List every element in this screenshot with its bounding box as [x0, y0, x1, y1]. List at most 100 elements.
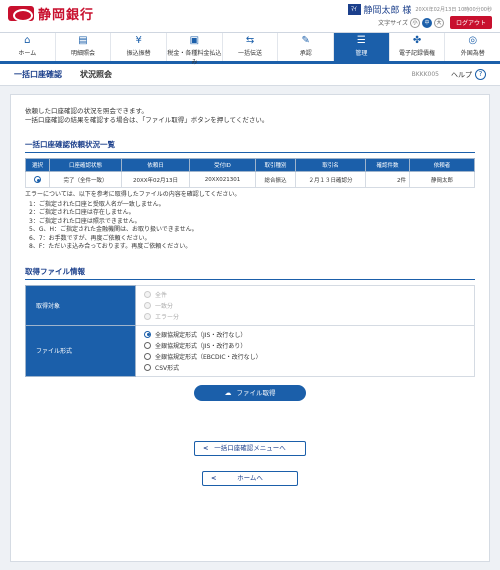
- format-radio[interactable]: [144, 363, 151, 371]
- target-row: 取得対象 全件 一致分 エラー分: [25, 284, 475, 326]
- logout-button[interactable]: ログアウト: [449, 16, 492, 29]
- nav-e-receivable[interactable]: ✤ 電子記録債権: [390, 33, 446, 61]
- option-label: CSV形式: [155, 364, 180, 372]
- title-bar: 一括口座確認 状況照会 BKKK005 ヘルプ ?: [0, 64, 500, 86]
- column-header: 依頼日: [121, 158, 190, 172]
- format-option-jis-newline[interactable]: 全銀協規定形式（JIS・改行あり）: [144, 340, 466, 351]
- chevron-left-icon: <: [203, 443, 209, 452]
- global-nav: ⌂ ホーム ▤ 明細照会 ¥ 振込振替 ▣ 税金・各種料金払込み ⇆ 一括伝送 ✎ 承認 ☰…: [0, 32, 500, 66]
- file-get-button[interactable]: ☁ ファイル取得: [194, 384, 306, 401]
- main-area: 依頼した口座確認の状況を照会できます。 一括口座確認の結果を確認する場合は、「フ…: [0, 86, 500, 570]
- content-panel: 依頼した口座確認の状況を照会できます。 一括口座確認の結果を確認する場合は、「フ…: [10, 94, 490, 562]
- count-cell: 2件: [365, 171, 410, 188]
- note-item: 5、G、H：ご指定された金融機関は、お取り扱いできません。: [29, 226, 198, 233]
- option-label: 全銀協規定形式（EBCDIC・改行なし）: [155, 353, 262, 361]
- type-cell: 総合振込: [255, 171, 296, 188]
- bank-name: 静岡銀行: [38, 8, 95, 23]
- forex-icon: ◎: [468, 35, 478, 46]
- nav-tax-payment[interactable]: ▣ 税金・各種料金払込み: [167, 33, 223, 66]
- name-cell: ２月１３日確認分: [295, 171, 366, 188]
- status-table: 選択 口座確認状態 依頼日 受付ID 取引種別 取引名 確認件数 依頼者 完了（…: [25, 158, 475, 188]
- column-header: 口座確認状態: [49, 158, 122, 172]
- nav-bulk-transmission[interactable]: ⇆ 一括伝送: [223, 33, 279, 61]
- header: 静岡銀行 ﾏｲ 静岡太郎 様 20XX年02月13日 10時00分00秒 文字サ…: [0, 0, 500, 32]
- help-icon: ?: [475, 69, 486, 80]
- format-radio[interactable]: [144, 330, 151, 338]
- status-section-title: 一括口座確認依頼状況一覧: [25, 139, 475, 153]
- note-item: 6、7：お手数ですが、再度ご依頼ください。: [29, 234, 151, 242]
- target-options: 全件 一致分 エラー分: [135, 284, 475, 326]
- option-label: 一致分: [155, 302, 174, 310]
- target-option-all: 全件: [144, 289, 466, 300]
- format-option-csv[interactable]: CSV形式: [144, 362, 466, 373]
- nav-management[interactable]: ☰ 管理: [334, 33, 390, 61]
- file-section-title: 取得ファイル情報: [25, 266, 475, 280]
- nav-label: 税金・各種料金払込み: [167, 50, 222, 66]
- e-receivable-icon: ✤: [412, 35, 422, 46]
- nav-label: 明細照会: [71, 50, 96, 57]
- column-header: 取引種別: [255, 158, 296, 172]
- format-option-ebcdic[interactable]: 全銀協規定形式（EBCDIC・改行なし）: [144, 351, 466, 362]
- yen-icon: ¥: [135, 35, 142, 46]
- note-item: 1：ご指定された口座と受取人名が一致しません。: [29, 200, 165, 208]
- radio-disabled: [144, 290, 151, 298]
- format-radio[interactable]: [144, 341, 151, 349]
- column-header: 選択: [25, 158, 50, 172]
- column-header: 取引名: [295, 158, 366, 172]
- text-size-control: 文字サイズ 小 中 大 ログアウト: [378, 16, 492, 29]
- home-icon: ⌂: [24, 35, 31, 46]
- requester-cell: 静岡太郎: [409, 171, 475, 188]
- screen-id: BKKK005: [411, 71, 439, 78]
- target-option-error: エラー分: [144, 311, 466, 322]
- note-item: 8、F：ただいま込み合っております。再度ご依頼ください。: [29, 243, 192, 250]
- text-size-small-button[interactable]: 小: [409, 17, 420, 28]
- format-radio[interactable]: [144, 352, 151, 360]
- nav-home[interactable]: ⌂ ホーム: [0, 33, 56, 61]
- nav-statements[interactable]: ▤ 明細照会: [56, 33, 112, 61]
- button-label: ホームへ: [237, 473, 263, 482]
- nav-transfer[interactable]: ¥ 振込振替: [111, 33, 168, 61]
- option-label: 全銀協規定形式（JIS・改行あり）: [155, 342, 247, 350]
- nav-approval[interactable]: ✎ 承認: [278, 33, 335, 61]
- text-size-label: 文字サイズ: [378, 20, 408, 27]
- radio-disabled: [144, 301, 151, 309]
- page-subtitle: 状況照会: [80, 70, 112, 79]
- bank-logo-mark-icon: [8, 6, 34, 22]
- intro-line: 依頼した口座確認の状況を照会できます。: [25, 107, 148, 115]
- button-label: 一括口座確認メニューへ: [214, 443, 286, 452]
- note-item: 3：ご指定された口座は照示できません。: [29, 217, 141, 225]
- format-options: 全銀協規定形式（JIS・改行なし） 全銀協規定形式（JIS・改行あり） 全銀協規…: [135, 324, 475, 377]
- option-label: エラー分: [155, 313, 180, 321]
- table-row[interactable]: 完了（全件一致） 20XX年02月13日 20XX021301 総合振込 ２月１…: [25, 171, 475, 188]
- date-cell: 20XX年02月13日: [121, 171, 190, 188]
- nav-forex[interactable]: ◎ 外国為替: [445, 33, 500, 61]
- format-option-jis-no-newline[interactable]: 全銀協規定形式（JIS・改行なし）: [144, 329, 466, 340]
- text-size-medium-button[interactable]: 中: [421, 17, 432, 28]
- status-cell: 完了（全件一致）: [49, 171, 122, 188]
- error-notes: エラーについては、以下を参考に取得したファイルの内容を確認してください。 1：ご…: [25, 191, 475, 252]
- nav-label: 電子記録債権: [399, 50, 436, 57]
- column-header: 確認件数: [365, 158, 410, 172]
- note-item: 2：ご指定された口座は存在しません。: [29, 209, 135, 216]
- text-size-large-button[interactable]: 大: [433, 17, 444, 28]
- help-link[interactable]: ヘルプ ?: [451, 69, 486, 80]
- radio-disabled: [144, 312, 151, 320]
- nav-label: 外国為替: [460, 50, 485, 57]
- bulk-confirm-menu-button[interactable]: < 一括口座確認メニューへ: [194, 440, 306, 456]
- notes-heading: エラーについては、以下を参考に取得したファイルの内容を確認してください。: [25, 191, 241, 198]
- bill-icon: ▣: [189, 35, 200, 46]
- management-icon: ☰: [356, 35, 366, 46]
- file-options-table: 取得対象 全件 一致分 エラー分 ファイル形式 全銀協規定形式（JIS・改行なし…: [25, 284, 475, 377]
- home-button[interactable]: < ホームへ: [202, 470, 298, 486]
- page-title: 一括口座確認: [14, 70, 62, 79]
- table-header-row: 選択 口座確認状態 依頼日 受付ID 取引種別 取引名 確認件数 依頼者: [25, 158, 475, 172]
- format-label: ファイル形式: [25, 324, 136, 377]
- document-icon: ▤: [78, 35, 88, 46]
- select-cell[interactable]: [25, 171, 50, 188]
- help-label: ヘルプ: [451, 70, 472, 79]
- column-header: 受付ID: [189, 158, 256, 172]
- column-header: 依頼者: [409, 158, 475, 172]
- bank-logo[interactable]: 静岡銀行: [8, 4, 94, 23]
- option-label: 全銀協規定形式（JIS・改行なし）: [155, 331, 247, 339]
- row-select-radio[interactable]: [34, 176, 41, 183]
